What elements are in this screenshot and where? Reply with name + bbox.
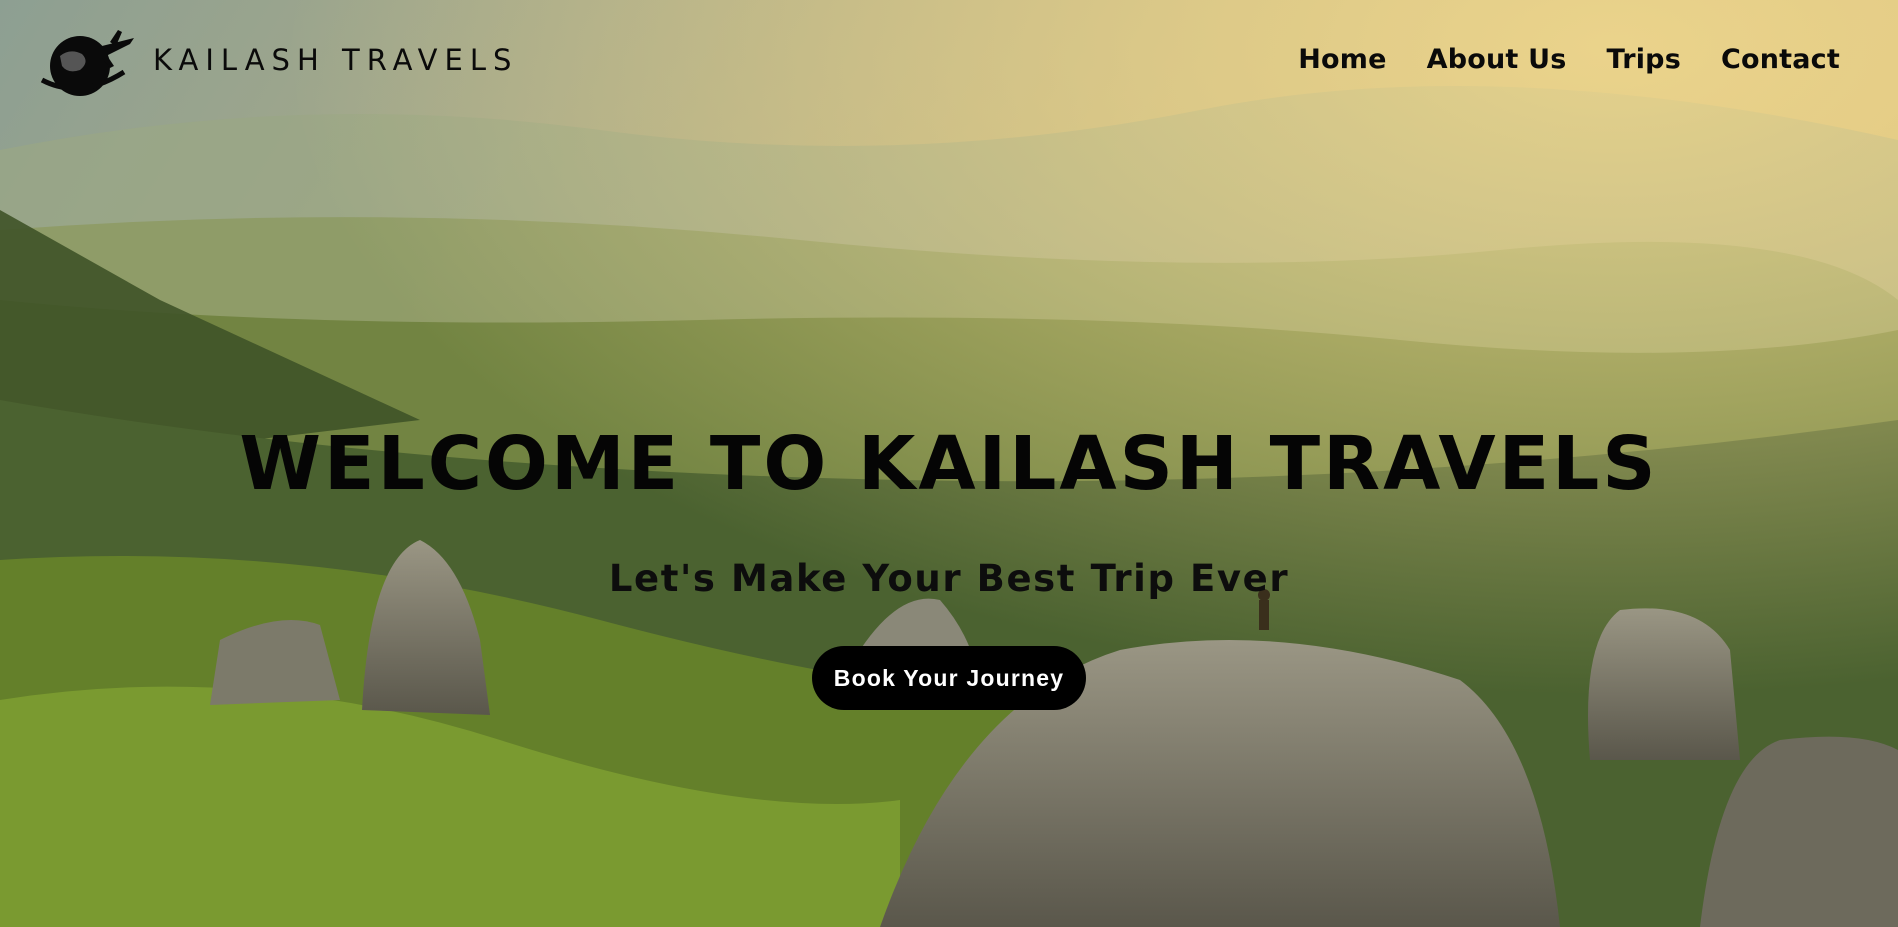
nav-about-us-link[interactable]: About Us [1427,44,1567,75]
navbar: KAILASH TRAVELS Home About Us Trips Cont… [0,0,1898,125]
brand[interactable]: KAILASH TRAVELS [40,28,518,100]
nav-home-link[interactable]: Home [1298,44,1386,75]
book-your-journey-button[interactable]: Book Your Journey [811,645,1087,710]
hero-content: WELCOME TO KAILASH TRAVELS Let's Make Yo… [0,420,1898,710]
main-nav: Home About Us Trips Contact [1298,44,1840,75]
nav-trips-link[interactable]: Trips [1607,44,1681,75]
nav-contact-link[interactable]: Contact [1721,44,1840,75]
hero-subtitle: Let's Make Your Best Trip Ever [608,556,1290,600]
hero-title: WELCOME TO KAILASH TRAVELS [239,421,1659,507]
brand-name: KAILASH TRAVELS [153,43,519,77]
globe-airplane-icon [40,30,134,96]
hero-section: KAILASH TRAVELS Home About Us Trips Cont… [0,0,1898,927]
